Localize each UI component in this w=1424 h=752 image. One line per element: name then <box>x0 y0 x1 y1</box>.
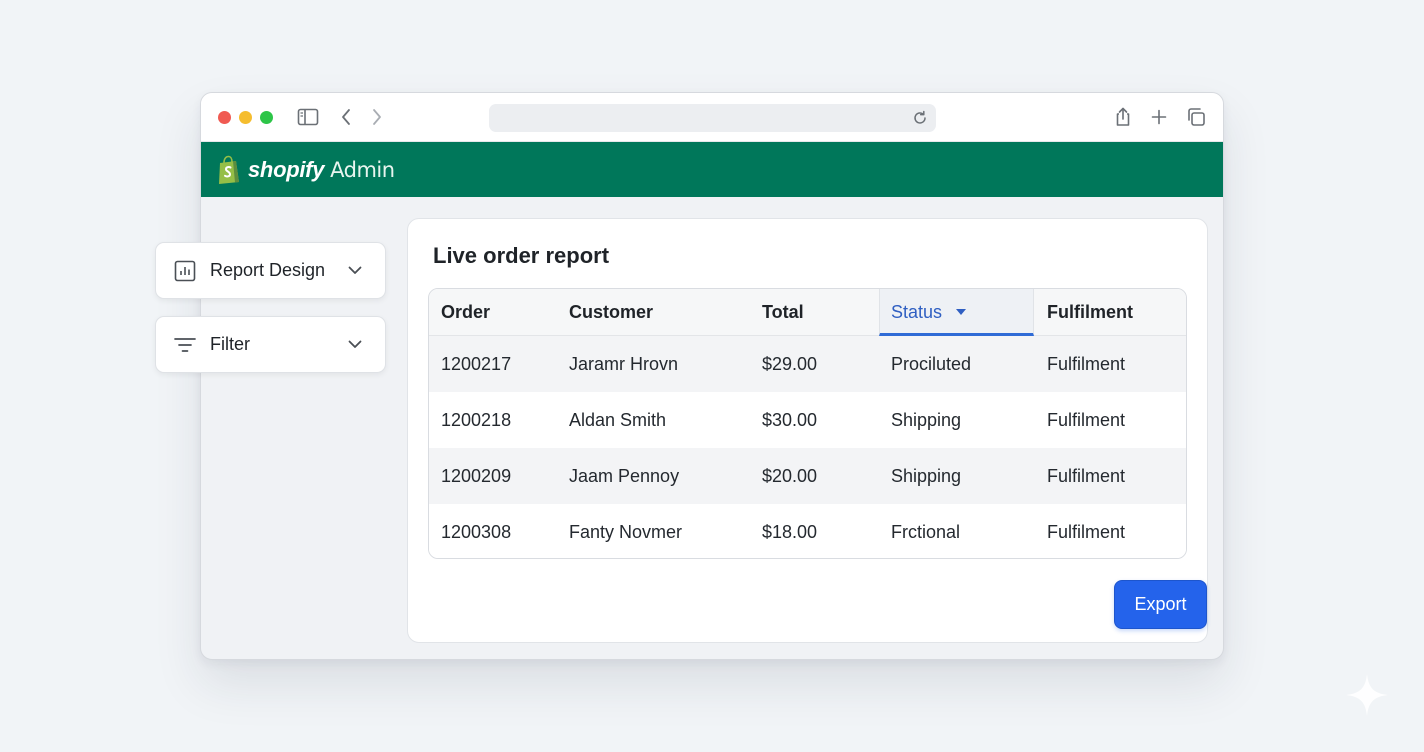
sparkle-watermark-icon <box>1346 674 1388 716</box>
orders-table: Order Customer Total Status Fulfilment 1… <box>428 288 1187 559</box>
forward-arrow-icon[interactable] <box>365 105 389 129</box>
brand-name: shopify <box>248 156 325 182</box>
bar-chart-icon <box>173 259 197 283</box>
column-header-fulfilment[interactable]: Fulfilment <box>1034 289 1186 335</box>
column-header-total[interactable]: Total <box>762 289 879 335</box>
table-row[interactable]: 1200209 Jaam Pennoy $20.00 Shipping Fulf… <box>429 448 1186 504</box>
column-header-status-label: Status <box>891 301 943 322</box>
column-header-order[interactable]: Order <box>441 289 569 335</box>
order-id-cell: 1200218 <box>441 409 512 430</box>
report-panel: Live order report Order Customer Total S… <box>407 218 1208 643</box>
column-header-status[interactable]: Status <box>879 289 1034 335</box>
filter-lines-icon <box>173 333 197 357</box>
total-cell: $29.00 <box>762 353 818 374</box>
column-header-customer[interactable]: Customer <box>569 289 762 335</box>
close-window-button[interactable] <box>218 111 231 124</box>
table-row[interactable]: 1200218 Aldan Smith $30.00 Shipping Fulf… <box>429 392 1186 448</box>
browser-titlebar <box>201 93 1223 142</box>
report-title: Live order report <box>433 243 610 268</box>
status-cell: Frctional <box>891 521 961 542</box>
sort-caret-down-icon[interactable] <box>956 309 967 315</box>
shopify-admin-header: shopify Admin <box>201 142 1223 197</box>
total-cell: $30.00 <box>762 409 818 430</box>
customer-cell: Fanty Novmer <box>569 521 683 542</box>
export-button[interactable]: Export <box>1114 580 1207 629</box>
total-cell: $20.00 <box>762 465 818 486</box>
sidebar-toggle-icon[interactable] <box>296 105 320 129</box>
reload-icon[interactable] <box>910 108 930 128</box>
address-bar[interactable] <box>489 104 936 132</box>
customer-cell: Aldan Smith <box>569 409 667 430</box>
filter-dropdown[interactable]: Filter <box>155 316 386 373</box>
fulfilment-cell: Fulfilment <box>1047 465 1126 486</box>
share-icon[interactable] <box>1111 105 1135 129</box>
report-design-dropdown[interactable]: Report Design <box>155 242 386 299</box>
customer-cell: Jaramr Hrovn <box>569 353 679 374</box>
table-row[interactable]: 1200308 Fanty Novmer $18.00 Frctional Fu… <box>429 504 1186 558</box>
order-id-cell: 1200308 <box>441 521 512 542</box>
customer-cell: Jaam Pennoy <box>569 465 680 486</box>
tab-overview-icon[interactable] <box>1184 105 1208 129</box>
fulfilment-cell: Fulfilment <box>1047 409 1126 430</box>
shopify-bag-logo-icon[interactable] <box>216 155 242 185</box>
chevron-down-icon <box>345 261 365 281</box>
table-header-row: Order Customer Total Status Fulfilment <box>429 289 1186 336</box>
fulfilment-cell: Fulfilment <box>1047 353 1126 374</box>
report-design-label: Report Design <box>210 260 326 280</box>
order-id-cell: 1200217 <box>441 353 512 374</box>
status-cell: Prociluted <box>891 353 972 374</box>
new-tab-plus-icon[interactable] <box>1147 105 1171 129</box>
chevron-down-icon <box>345 335 365 355</box>
fulfilment-cell: Fulfilment <box>1047 521 1126 542</box>
table-row[interactable]: 1200217 Jaramr Hrovn $29.00 Prociluted F… <box>429 336 1186 392</box>
order-id-cell: 1200209 <box>441 465 512 486</box>
status-cell: Shipping <box>891 409 962 430</box>
status-cell: Shipping <box>891 465 962 486</box>
back-arrow-icon[interactable] <box>334 105 358 129</box>
total-cell: $18.00 <box>762 521 818 542</box>
filter-label: Filter <box>210 334 250 354</box>
minimize-window-button[interactable] <box>239 111 252 124</box>
maximize-window-button[interactable] <box>260 111 273 124</box>
brand-suffix: Admin <box>330 157 395 182</box>
